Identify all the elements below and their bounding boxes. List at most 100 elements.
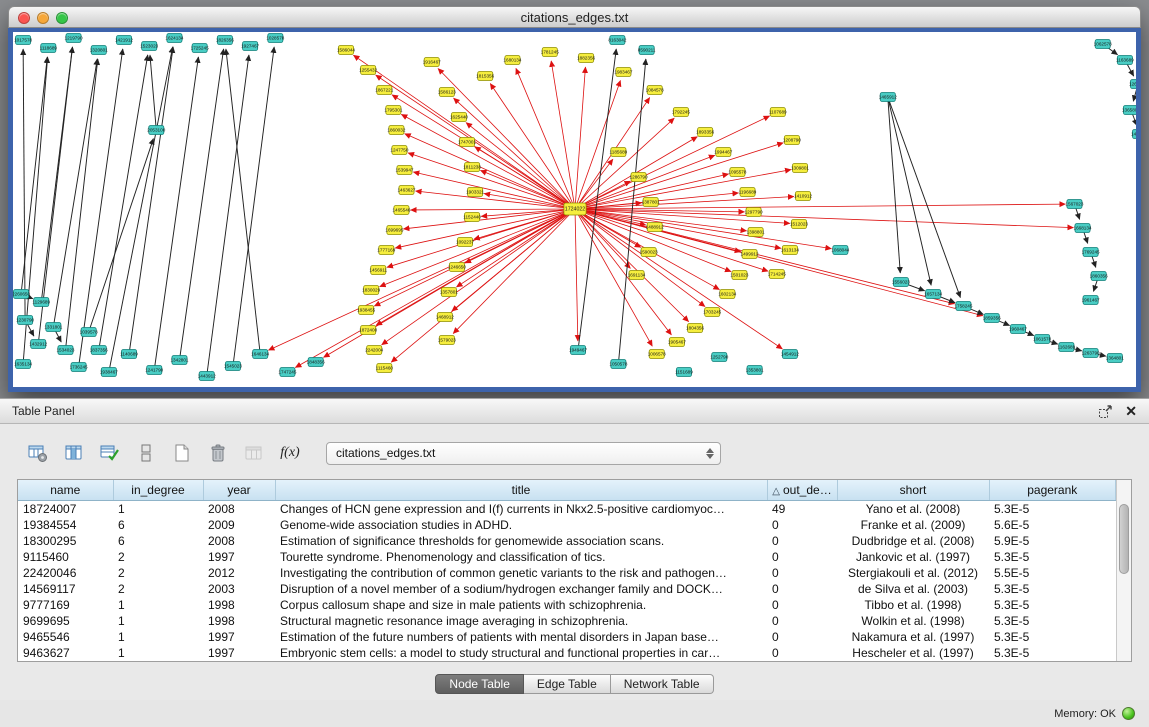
table-row[interactable]: 969969511998Structural magnetic resonanc… — [18, 613, 1116, 629]
graph-node[interactable]: 1331801 — [44, 323, 62, 332]
graph-node[interactable]: 1625440 — [450, 113, 468, 122]
float-panel-icon[interactable] — [1098, 404, 1113, 419]
table-cell[interactable]: Hescheler et al. (1997) — [837, 645, 989, 661]
graph-node-hub[interactable]: 1724022 — [564, 203, 586, 215]
graph-node[interactable]: 1736245 — [70, 363, 88, 372]
table-row[interactable]: 1872400712008Changes of HCN gene express… — [18, 500, 1116, 517]
graph-node[interactable]: 1246650 — [448, 263, 466, 272]
graph-node[interactable]: 1387801 — [642, 198, 660, 207]
table-cell[interactable]: 5.9E-5 — [989, 533, 1116, 549]
graph-node[interactable]: 1263790 — [1082, 349, 1100, 358]
new-table-button[interactable] — [168, 440, 196, 466]
table-cell[interactable]: 0 — [767, 597, 837, 613]
graph-node[interactable]: 1646134 — [251, 350, 269, 359]
graph-node[interactable]: 1539947 — [395, 166, 413, 175]
graph-node[interactable]: 1050578 — [609, 360, 627, 369]
table-row[interactable]: 946554611997Estimation of the future num… — [18, 629, 1116, 645]
tab-network-table[interactable]: Network Table — [611, 674, 714, 694]
graph-node[interactable]: 1725245 — [191, 44, 209, 53]
table-cell[interactable]: 1998 — [203, 597, 275, 613]
close-panel-icon[interactable]: ✕ — [1125, 404, 1137, 418]
graph-node[interactable]: 1815356 — [476, 72, 494, 81]
table-cell[interactable]: 1997 — [203, 629, 275, 645]
show-columns-button[interactable] — [60, 440, 88, 466]
graph-node[interactable]: 1927467 — [241, 42, 259, 51]
table-cell[interactable]: 2009 — [203, 517, 275, 533]
graph-node[interactable]: 1556023 — [892, 278, 910, 287]
table-cell[interactable]: 2008 — [203, 533, 275, 549]
column-header-out-de[interactable]: △out_de… — [767, 480, 837, 500]
graph-node[interactable]: 1769245 — [1082, 248, 1100, 257]
table-row[interactable]: 977716911998Corpus callosum shape and si… — [18, 597, 1116, 613]
graph-node[interactable]: 1523023 — [140, 42, 158, 51]
table-cell[interactable]: 22420046 — [18, 565, 113, 581]
table-cell[interactable]: 9463627 — [18, 645, 113, 661]
graph-node[interactable]: 1286790 — [630, 173, 648, 182]
graph-node[interactable]: 1860032 — [387, 126, 405, 135]
table-cell[interactable]: 49 — [767, 500, 837, 517]
graph-node[interactable]: 1938467 — [100, 368, 118, 377]
graph-node[interactable]: 1309801 — [791, 164, 809, 173]
window-titlebar[interactable]: citations_edges.txt — [8, 6, 1141, 28]
graph-node[interactable]: 1185689 — [610, 148, 628, 157]
table-cell[interactable]: 2008 — [203, 500, 275, 517]
graph-node[interactable]: 1811238 — [463, 163, 481, 172]
table-cell[interactable]: Disruption of a novel member of a sodium… — [275, 581, 767, 597]
table-cell[interactable]: 0 — [767, 581, 837, 597]
graph-node[interactable]: 1115460 — [376, 364, 394, 373]
table-scrollbar[interactable] — [1116, 480, 1131, 661]
graph-node[interactable]: 1905467 — [668, 338, 686, 347]
table-cell[interactable]: 9115460 — [18, 549, 113, 565]
graph-node[interactable]: 1826356 — [216, 36, 234, 45]
graph-node[interactable]: 1960467 — [1009, 325, 1027, 334]
table-cell[interactable]: 2 — [113, 565, 203, 581]
graph-node[interactable]: 1006578 — [648, 350, 666, 359]
graph-node[interactable]: 1247750 — [390, 146, 408, 155]
table-cell[interactable]: Genome-wide association studies in ADHD. — [275, 517, 767, 533]
graph-node[interactable]: 1068044 — [831, 246, 849, 255]
table-cell[interactable]: 18724007 — [18, 500, 113, 517]
minimize-button[interactable] — [37, 12, 49, 24]
table-cell[interactable]: 5.3E-5 — [989, 549, 1116, 565]
graph-node[interactable]: 1443912 — [198, 372, 216, 381]
table-cell[interactable]: Nakamura et al. (1997) — [837, 629, 989, 645]
table-row[interactable]: 1456911722003Disruption of a novel membe… — [18, 581, 1116, 597]
graph-node[interactable]: 1758245 — [954, 302, 972, 311]
graph-node[interactable]: 1691134 — [628, 271, 646, 280]
table-cell[interactable]: 1 — [113, 500, 203, 517]
column-header-year[interactable]: year — [203, 480, 275, 500]
column-header-short[interactable]: short — [837, 480, 989, 500]
table-cell[interactable]: 1 — [113, 629, 203, 645]
table-cell[interactable]: Corpus callosum shape and size in male p… — [275, 597, 767, 613]
table-cell[interactable]: Estimation of significance thresholds fo… — [275, 533, 767, 549]
graph-node[interactable]: 1882356 — [577, 54, 595, 63]
graph-node[interactable]: 1534023 — [56, 346, 74, 355]
graph-node[interactable]: 1590023 — [640, 248, 658, 257]
table-cell[interactable]: Franke et al. (2009) — [837, 517, 989, 533]
graph-node[interactable]: 1680134 — [503, 56, 521, 65]
table-cell[interactable]: 18300295 — [18, 533, 113, 549]
graph-node[interactable]: 1859356 — [983, 314, 1001, 323]
table-cell[interactable]: 5.5E-5 — [989, 565, 1116, 581]
table-cell[interactable]: 2012 — [203, 565, 275, 581]
graph-node[interactable]: 1747001 — [458, 138, 476, 147]
graph-node[interactable]: 1501023 — [730, 271, 748, 280]
import-table-button[interactable] — [240, 440, 268, 466]
table-cell[interactable]: Investigating the contribution of common… — [275, 565, 767, 581]
graph-node[interactable]: 1342801 — [170, 356, 188, 365]
table-cell[interactable]: Dudbridge et al. (2008) — [837, 533, 989, 549]
column-header-name[interactable]: name — [18, 480, 113, 500]
graph-node[interactable]: 1781245 — [541, 48, 559, 57]
row-height-button[interactable] — [132, 440, 160, 466]
graph-node[interactable]: 1586044 — [337, 46, 355, 55]
graph-node[interactable]: 1635134 — [14, 360, 32, 369]
table-selector-dropdown[interactable]: citations_edges.txt — [326, 442, 721, 465]
function-builder-button[interactable]: f(x) — [276, 440, 304, 466]
graph-node[interactable]: 1230790 — [16, 316, 34, 325]
table-cell[interactable]: de Silva et al. (2003) — [837, 581, 989, 597]
graph-node[interactable]: 1949467 — [569, 346, 587, 355]
table-cell[interactable]: Tibbo et al. (1998) — [837, 597, 989, 613]
graph-node[interactable]: 1162689 — [1058, 343, 1076, 352]
table-row[interactable]: 1938455462009Genome-wide association stu… — [18, 517, 1116, 533]
graph-node[interactable]: 1163689 — [1116, 56, 1134, 65]
